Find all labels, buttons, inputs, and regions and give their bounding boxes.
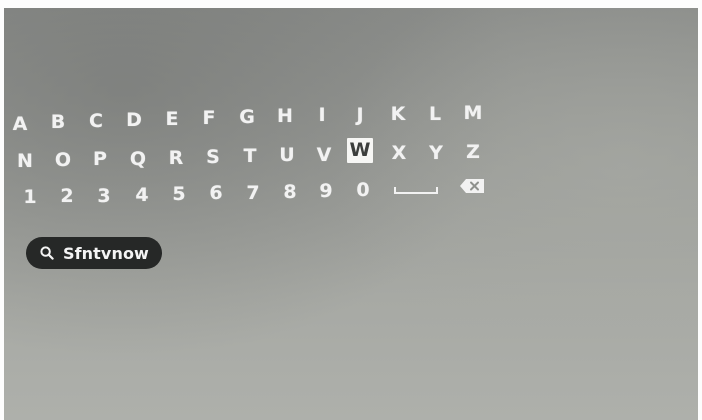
tv-screen: A B C D E F G H I J K L M N O P Q R S T … (4, 8, 698, 420)
key-a[interactable]: A (7, 111, 33, 137)
search-query-text: Sfntvnow (63, 243, 149, 263)
key-2[interactable]: 2 (54, 183, 80, 209)
search-query-pill[interactable]: Sfntvnow (26, 237, 162, 269)
key-s[interactable]: S (200, 144, 226, 170)
key-5[interactable]: 5 (166, 181, 192, 207)
key-b[interactable]: B (45, 109, 71, 135)
key-y[interactable]: Y (423, 140, 449, 166)
key-z[interactable]: Z (460, 139, 486, 165)
key-w[interactable]: W (347, 138, 373, 163)
key-k[interactable]: K (385, 101, 411, 127)
key-t[interactable]: T (237, 143, 263, 169)
key-e[interactable]: E (159, 106, 185, 132)
key-m[interactable]: M (460, 100, 486, 126)
onscreen-keyboard: A B C D E F G H I J K L M N O P Q R S T … (4, 8, 698, 238)
backspace-key[interactable] (458, 172, 484, 198)
key-l[interactable]: L (422, 101, 448, 127)
key-f[interactable]: F (196, 105, 222, 131)
key-1[interactable]: 1 (17, 184, 43, 210)
key-4[interactable]: 4 (129, 182, 155, 208)
key-n[interactable]: N (12, 148, 38, 174)
key-0[interactable]: 0 (350, 177, 376, 203)
space-bar-icon (394, 187, 438, 194)
space-key[interactable] (392, 175, 440, 201)
key-x[interactable]: X (386, 140, 412, 166)
key-c[interactable]: C (83, 108, 109, 134)
key-i[interactable]: I (309, 102, 335, 128)
key-o[interactable]: O (50, 147, 76, 173)
key-u[interactable]: U (274, 142, 300, 168)
search-icon (40, 246, 54, 260)
key-q[interactable]: Q (125, 146, 151, 172)
key-3[interactable]: 3 (91, 183, 117, 209)
key-h[interactable]: H (272, 103, 298, 129)
key-7[interactable]: 7 (240, 180, 266, 206)
key-d[interactable]: D (121, 107, 147, 133)
key-8[interactable]: 8 (277, 179, 303, 205)
key-j[interactable]: J (347, 102, 373, 128)
tv-photo: A B C D E F G H I J K L M N O P Q R S T … (0, 0, 702, 420)
key-g[interactable]: G (234, 104, 260, 130)
key-v[interactable]: V (311, 142, 337, 168)
key-6[interactable]: 6 (203, 180, 229, 206)
key-9[interactable]: 9 (313, 178, 339, 204)
key-p[interactable]: P (87, 146, 113, 172)
backspace-icon (460, 179, 484, 193)
key-r[interactable]: R (163, 145, 189, 171)
